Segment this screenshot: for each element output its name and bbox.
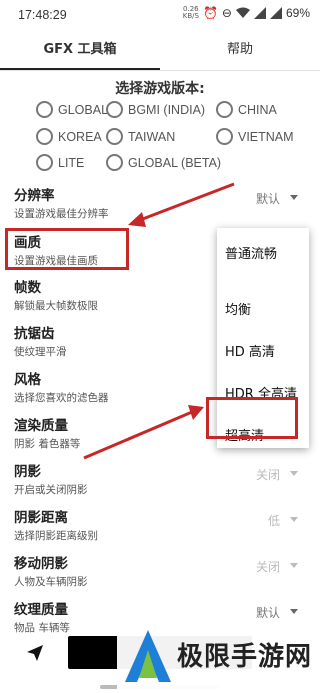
send-icon[interactable] xyxy=(26,644,44,662)
radio-label: CHINA xyxy=(238,102,277,117)
signal-icon-2 xyxy=(269,7,282,19)
radio-vietnam[interactable]: VIETNAM xyxy=(216,128,294,145)
radio-china[interactable]: CHINA xyxy=(216,101,277,118)
setting-desc: 开启或关闭阴影 xyxy=(14,484,88,496)
battery-percent: 69% xyxy=(285,6,310,20)
watermark: 极限手游网 xyxy=(117,620,320,693)
tab-divider xyxy=(0,70,320,71)
chevron-down-icon[interactable] xyxy=(290,195,298,200)
setting-resolution[interactable]: 分辨率 设置游戏最佳分辨率 默认 xyxy=(14,184,314,221)
setting-value: 关闭 xyxy=(255,560,280,574)
tab-gfx-tool[interactable]: GFX 工具箱 xyxy=(0,32,160,70)
watermark-text: 极限手游网 xyxy=(177,642,313,672)
setting-moving-shadow[interactable]: 移动阴影 人物及车辆阴影 关闭 xyxy=(14,552,314,589)
radio-global-beta[interactable]: GLOBAL (BETA) xyxy=(106,154,221,171)
status-icons: 0.26 KB/S ⏰ ⊖ 69% xyxy=(183,6,310,21)
radio-circle[interactable] xyxy=(36,101,53,118)
radio-circle[interactable] xyxy=(36,128,53,145)
chevron-down-icon[interactable] xyxy=(290,563,298,568)
radio-label: TAIWAN xyxy=(128,129,176,144)
radio-circle[interactable] xyxy=(106,101,123,118)
radio-label: GLOBAL (BETA) xyxy=(128,155,222,170)
signal-icon xyxy=(253,7,266,19)
chevron-down-icon[interactable] xyxy=(290,517,298,522)
setting-shadow-distance[interactable]: 阴影距离 选择阴影距离级别 低 xyxy=(14,506,314,543)
radio-korea[interactable]: KOREA xyxy=(36,128,102,145)
watermark-logo-icon xyxy=(125,630,171,682)
wifi-icon xyxy=(235,7,250,18)
speed-unit: KB/S xyxy=(182,12,199,20)
setting-shadow[interactable]: 阴影 开启或关闭阴影 关闭 xyxy=(14,460,314,497)
highlight-box-ultra-hd xyxy=(206,397,298,439)
setting-value: 低 xyxy=(267,514,280,528)
radio-circle[interactable] xyxy=(36,154,53,171)
tab-help[interactable]: 帮助 xyxy=(160,32,320,70)
status-bar: 17:48:29 0.26 KB/S ⏰ ⊖ 69% xyxy=(0,0,320,30)
do-not-disturb-icon: ⊖ xyxy=(221,6,232,20)
radio-circle[interactable] xyxy=(106,128,123,145)
menu-item-hd[interactable]: HD 高清 xyxy=(217,324,309,366)
menu-item-smooth[interactable]: 普通流畅 xyxy=(217,228,309,282)
network-speed: 0.26 KB/S xyxy=(183,6,199,20)
radio-label: LITE xyxy=(58,155,85,170)
setting-desc: 选择阴影距离级别 xyxy=(14,530,98,542)
setting-value: 关闭 xyxy=(255,468,280,482)
status-time: 17:48:29 xyxy=(18,8,67,22)
tab-bar: GFX 工具箱 帮助 xyxy=(0,32,320,70)
radio-global[interactable]: GLOBAL xyxy=(36,101,108,118)
radio-label: BGMI (INDIA) xyxy=(128,102,206,117)
alarm-icon: ⏰ xyxy=(202,6,218,20)
chevron-down-icon[interactable] xyxy=(290,609,298,614)
highlight-box-graphics xyxy=(5,228,129,270)
setting-value: 默认 xyxy=(255,192,280,206)
menu-item-balanced[interactable]: 均衡 xyxy=(217,282,309,324)
radio-label: GLOBAL xyxy=(58,102,109,117)
radio-label: VIETNAM xyxy=(238,129,294,144)
chevron-down-icon[interactable] xyxy=(290,471,298,476)
radio-circle[interactable] xyxy=(216,101,233,118)
radio-circle[interactable] xyxy=(106,154,123,171)
setting-desc: 设置游戏最佳分辨率 xyxy=(14,208,109,220)
radio-bgmi[interactable]: BGMI (INDIA) xyxy=(106,101,205,118)
version-title: 选择游戏版本: xyxy=(115,81,205,97)
radio-label: KOREA xyxy=(58,129,102,144)
radio-lite[interactable]: LITE xyxy=(36,154,84,171)
radio-circle[interactable] xyxy=(216,128,233,145)
setting-desc: 人物及车辆阴影 xyxy=(14,576,88,588)
radio-taiwan[interactable]: TAIWAN xyxy=(106,128,175,145)
setting-value: 默认 xyxy=(255,606,280,620)
